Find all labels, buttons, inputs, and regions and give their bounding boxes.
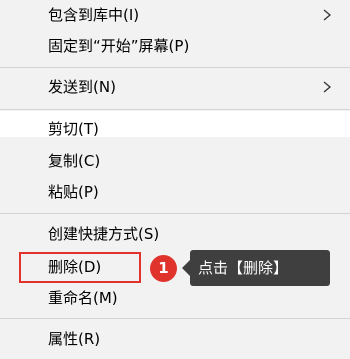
menu-item-label: 创建快捷方式(S) [48,225,160,243]
menu-item-paste[interactable]: 粘贴(P) [0,179,350,205]
chevron-right-icon [323,9,332,21]
menu-separator [0,67,350,68]
menu-separator [0,109,350,110]
menu-item-label: 重命名(M) [48,289,118,307]
delete-highlight-box [19,252,141,283]
menu-separator [0,318,350,319]
menu-separator [0,213,350,214]
menu-item-copy[interactable]: 复制(C) [0,148,350,174]
menu-item-label: 固定到“开始”屏幕(P) [48,37,190,55]
menu-item-include-in-library[interactable]: 包含到库中(I) [0,2,350,28]
context-menu: 包含到库中(I) 固定到“开始”屏幕(P) 发送到(N) 剪切(T) 复制(C)… [0,0,350,359]
instruction-tooltip: 点击【删除】 [182,250,330,286]
chevron-right-icon [323,81,332,93]
menu-item-label: 包含到库中(I) [48,6,140,24]
menu-item-create-shortcut[interactable]: 创建快捷方式(S) [0,221,350,247]
step-number-badge: 1 [150,255,177,282]
menu-item-label: 发送到(N) [48,78,116,96]
menu-item-label: 粘贴(P) [48,183,99,201]
menu-item-send-to[interactable]: 发送到(N) [0,74,350,100]
menu-item-cut[interactable]: 剪切(T) [0,116,350,142]
menu-item-rename[interactable]: 重命名(M) [0,285,350,311]
menu-item-label: 属性(R) [48,330,101,348]
menu-item-label: 剪切(T) [48,120,99,138]
menu-item-properties[interactable]: 属性(R) [0,326,350,352]
menu-item-pin-to-start[interactable]: 固定到“开始”屏幕(P) [0,33,350,59]
menu-item-label: 复制(C) [48,152,101,170]
